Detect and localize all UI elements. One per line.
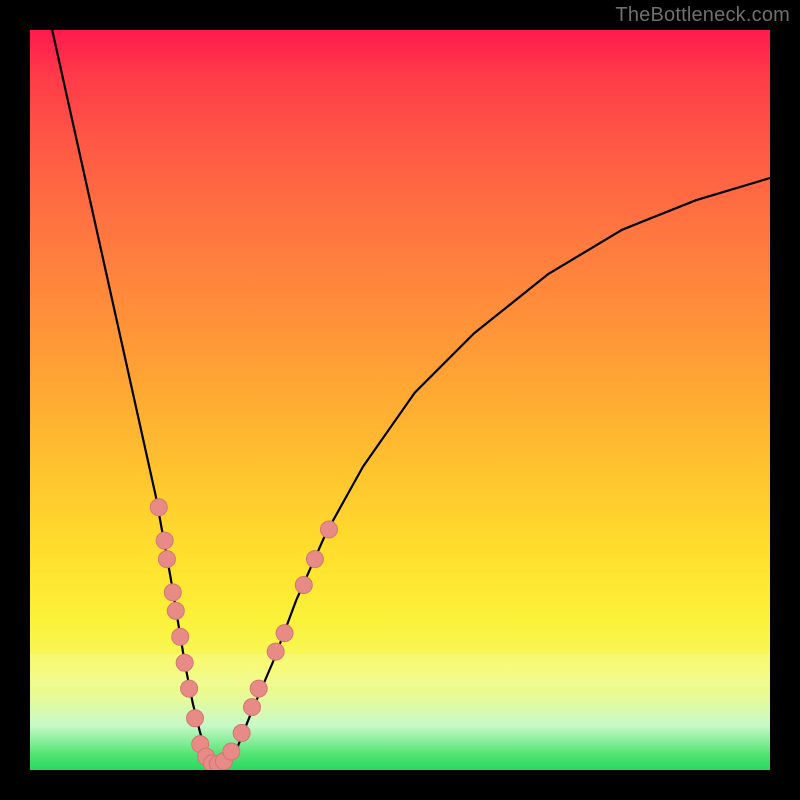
plot-background-gradient — [30, 30, 770, 770]
chart-stage: TheBottleneck.com — [0, 0, 800, 800]
watermark-text: TheBottleneck.com — [615, 4, 790, 27]
